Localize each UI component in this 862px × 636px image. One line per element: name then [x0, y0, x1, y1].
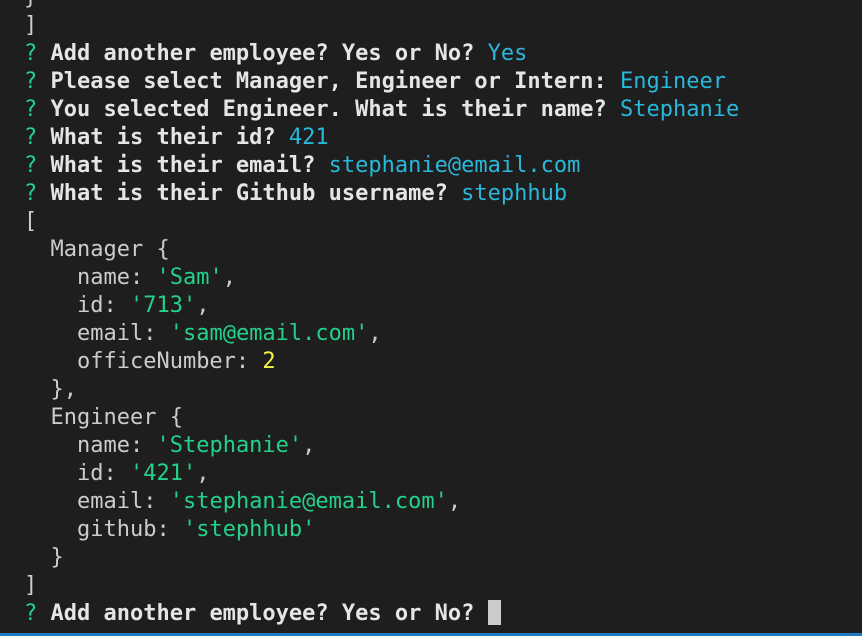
prompt-line: ? Add another employee? Yes or No? Yes: [24, 40, 739, 68]
prompt-answer: 421: [288, 125, 329, 150]
output-line: Manager {: [24, 236, 739, 264]
prompt-marker: ?: [24, 69, 38, 94]
manager-name-key: name:: [76, 265, 144, 290]
output-line: github: 'stephhub': [24, 516, 739, 544]
prompt-question: Add another employee? Yes or No?: [50, 601, 475, 626]
output-line: id: '421',: [76, 461, 210, 486]
output-line: ]: [24, 572, 739, 600]
engineer-class: Engineer {: [50, 405, 183, 430]
manager-id-key: id:: [76, 293, 117, 318]
manager-class: Manager {: [50, 237, 170, 262]
manager-email-value: 'sam@email.com': [169, 321, 369, 346]
output-line: },: [24, 376, 739, 404]
closing-brace: }: [24, 0, 37, 10]
terminal-output: } ] ? Add another employee? Yes or No? Y…: [24, 0, 739, 628]
output-line: name: 'Sam',: [76, 265, 236, 290]
manager-name-value: 'Sam': [156, 265, 223, 290]
prompt-marker: ?: [24, 41, 38, 66]
manager-email-key: email:: [76, 321, 157, 346]
prompt-marker: ?: [24, 153, 38, 178]
output-line: [: [24, 208, 739, 236]
prompt-line-active[interactable]: ? Add another employee? Yes or No?: [24, 600, 739, 628]
manager-id-value: '713': [129, 293, 197, 318]
output-line: name: 'Stephanie',: [76, 433, 316, 458]
prompt-line: ? What is their email? stephanie@email.c…: [24, 152, 739, 180]
output-line: }: [24, 544, 739, 572]
manager-close: },: [50, 377, 78, 402]
prompt-answer: Stephanie: [620, 97, 740, 122]
prompt-answer: stephhub: [461, 181, 568, 206]
prompt-question: You selected Engineer. What is their nam…: [50, 97, 607, 122]
output-line: officeNumber: 2: [24, 348, 739, 376]
text-cursor[interactable]: [487, 600, 501, 625]
engineer-id-key: id:: [76, 461, 117, 486]
prompt-answer: Yes: [487, 41, 528, 66]
engineer-close: }: [50, 545, 64, 570]
prompt-question: What is their email?: [50, 153, 316, 178]
prompt-marker: ?: [24, 181, 38, 206]
terminal-window[interactable]: } ] ? Add another employee? Yes or No? Y…: [0, 0, 862, 636]
output-line: email: 'stephanie@email.com',: [76, 489, 462, 514]
output-line: }: [24, 0, 739, 12]
prompt-line: ? What is their id? 421: [24, 124, 739, 152]
engineer-id-value: '421': [129, 461, 197, 486]
prompt-question: What is their Github username?: [50, 181, 448, 206]
prompt-line: ? You selected Engineer. What is their n…: [24, 96, 739, 124]
output-line: Engineer {: [24, 404, 739, 432]
prompt-marker: ?: [24, 97, 38, 122]
engineer-email-value: 'stephanie@email.com': [169, 489, 448, 514]
output-line: email: 'sam@email.com',: [76, 321, 382, 346]
prompt-question: Add another employee? Yes or No?: [50, 41, 475, 66]
manager-office-value: 2: [262, 349, 276, 374]
closing-bracket: ]: [24, 13, 38, 38]
engineer-github-key: github:: [76, 517, 170, 542]
output-line: id: '713',: [76, 293, 210, 318]
prompt-question: Please select Manager, Engineer or Inter…: [50, 69, 607, 94]
array-open: [: [24, 209, 38, 234]
engineer-name-key: name:: [76, 433, 144, 458]
prompt-answer: Engineer: [620, 69, 727, 94]
output-line: ]: [24, 12, 739, 40]
prompt-marker: ?: [24, 601, 38, 626]
engineer-github-value: 'stephhub': [182, 517, 316, 542]
prompt-answer: stephanie@email.com: [328, 153, 581, 178]
prompt-line: ? What is their Github username? stephhu…: [24, 180, 739, 208]
engineer-email-key: email:: [76, 489, 157, 514]
array-close: ]: [24, 573, 38, 598]
engineer-name-value: 'Stephanie': [156, 433, 303, 458]
prompt-line: ? Please select Manager, Engineer or Int…: [24, 68, 739, 96]
prompt-question: What is their id?: [50, 125, 276, 150]
manager-office-key: officeNumber:: [76, 349, 250, 374]
prompt-marker: ?: [24, 125, 38, 150]
